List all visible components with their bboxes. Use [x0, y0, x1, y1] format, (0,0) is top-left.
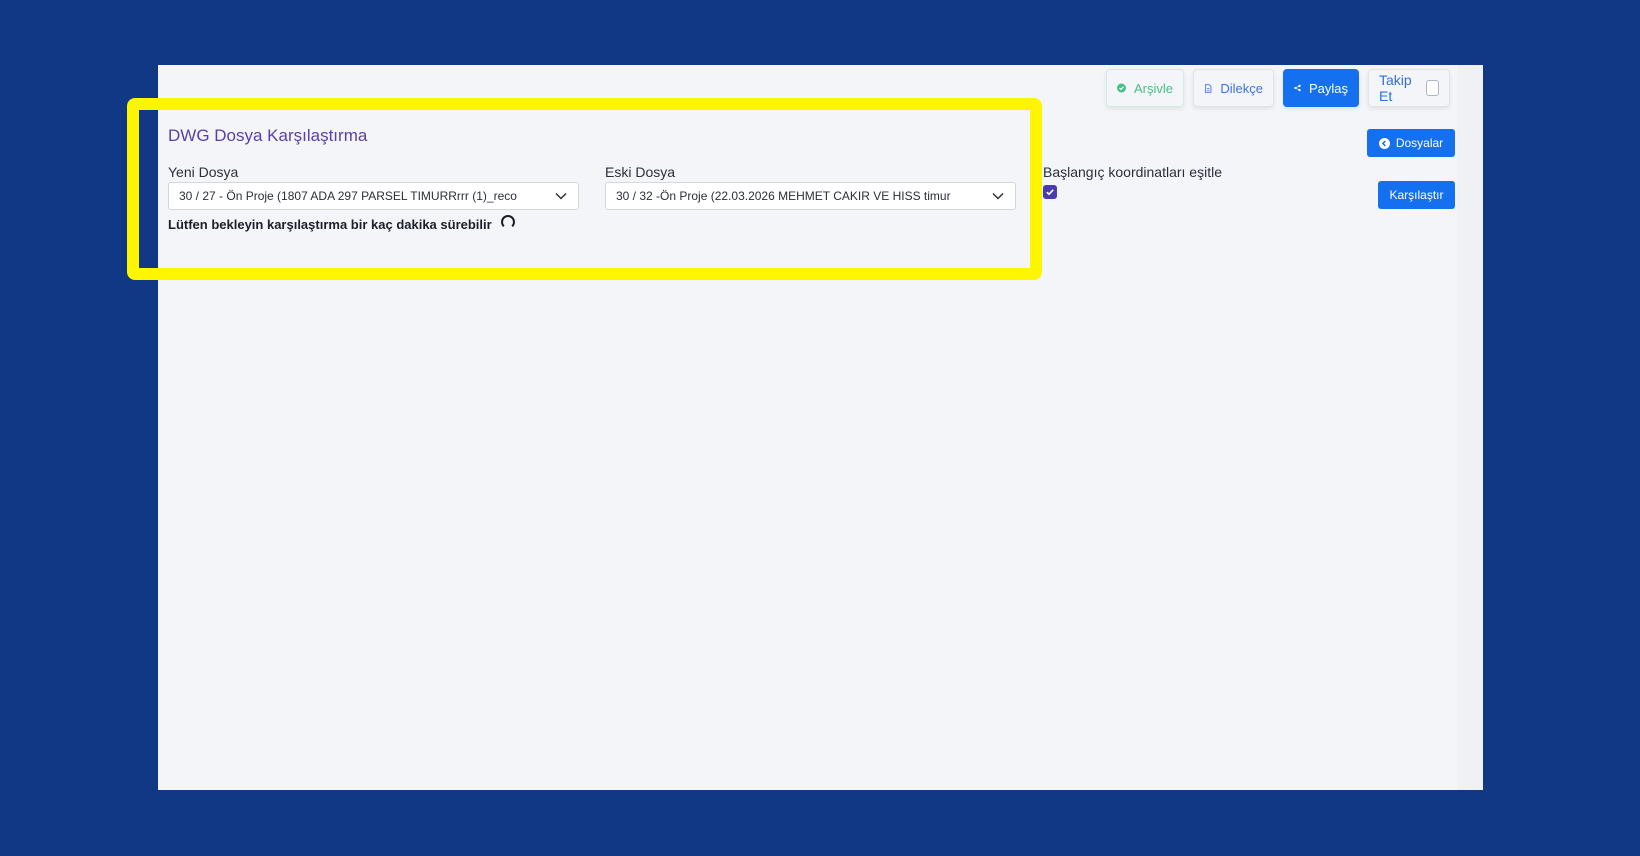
old-file-label: Eski Dosya — [605, 164, 676, 180]
scrollbar-track[interactable] — [1457, 65, 1483, 790]
app-window: Arşivle Dilekçe Paylaş Takip Et Dosyalar… — [158, 65, 1483, 790]
wait-message-text: Lütfen bekleyin karşılaştırma bir kaç da… — [168, 217, 492, 232]
follow-checkbox[interactable] — [1426, 80, 1439, 96]
loading-spinner-icon — [500, 214, 515, 229]
sync-coords-checkbox[interactable] — [1043, 185, 1057, 199]
files-button-label: Dosyalar — [1395, 136, 1444, 150]
petition-button-label: Dilekçe — [1220, 80, 1263, 96]
new-file-value: 30 / 27 - Ön Proje (1807 ADA 297 PARSEL … — [179, 189, 517, 203]
arrow-circle-icon — [1378, 137, 1390, 149]
new-file-select[interactable]: 30 / 27 - Ön Proje (1807 ADA 297 PARSEL … — [168, 182, 579, 210]
checkmark-icon — [1046, 189, 1054, 196]
document-icon — [1204, 83, 1212, 93]
share-button-label: Paylaş — [1308, 80, 1348, 96]
check-circle-icon — [1117, 83, 1126, 93]
files-button[interactable]: Dosyalar — [1367, 129, 1455, 157]
share-icon — [1294, 84, 1301, 92]
archive-button-label: Arşivle — [1133, 80, 1173, 96]
follow-label: Takip Et — [1379, 72, 1412, 104]
wait-message: Lütfen bekleyin karşılaştırma bir kaç da… — [168, 214, 515, 232]
chevron-down-icon — [555, 192, 567, 200]
sync-coords-label: Başlangıç koordinatları eşitle — [1043, 164, 1222, 180]
share-button[interactable]: Paylaş — [1283, 69, 1359, 107]
chevron-down-icon — [992, 192, 1004, 200]
page-title: DWG Dosya Karşılaştırma — [168, 126, 368, 145]
old-file-value: 30 / 32 -Ön Proje (22.03.2026 MEHMET CAK… — [616, 189, 951, 203]
new-file-label: Yeni Dosya — [168, 164, 239, 180]
follow-toggle[interactable]: Takip Et — [1368, 69, 1450, 107]
petition-button[interactable]: Dilekçe — [1193, 69, 1274, 107]
compare-button[interactable]: Karşılaştır — [1378, 181, 1455, 209]
archive-button[interactable]: Arşivle — [1106, 69, 1184, 107]
old-file-select[interactable]: 30 / 32 -Ön Proje (22.03.2026 MEHMET CAK… — [605, 182, 1016, 210]
